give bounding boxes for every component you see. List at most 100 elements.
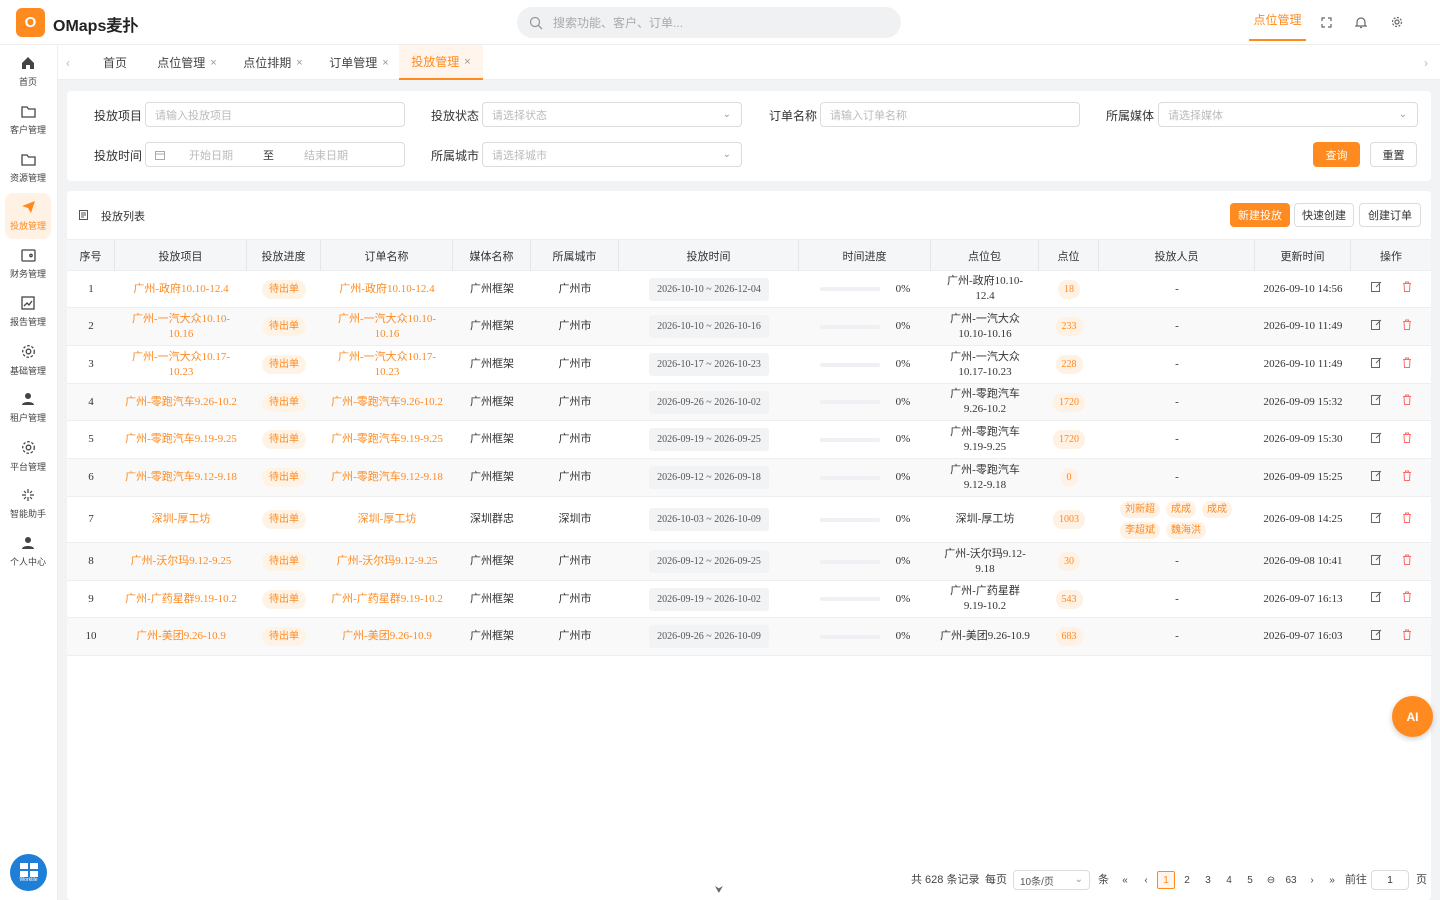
edit-icon[interactable] [1370,394,1382,410]
page-1[interactable]: 1 [1157,871,1175,889]
goto-page-input[interactable]: 1 [1371,870,1409,890]
project-link[interactable]: 深圳-厚工坊 [152,512,211,527]
first-page-icon[interactable]: « [1116,871,1134,889]
settings-gear-icon[interactable] [1389,14,1405,30]
sidebar-item-10[interactable]: 个人中心 [5,529,51,575]
scroll-down-icon[interactable]: ⮟ [706,881,732,900]
next-page-icon[interactable]: › [1303,871,1321,889]
order-link[interactable]: 广州-美团9.26-10.9 [342,629,432,644]
sidebar-item-9[interactable]: 智能助手 [5,481,51,527]
last-page-icon[interactable]: » [1323,871,1341,889]
edit-icon[interactable] [1370,319,1382,335]
order-link[interactable]: 广州-零跑汽车9.26-10.2 [331,395,443,410]
table-row[interactable]: 9 广州-广药星群9.19-10.2 待出单 广州-广药星群9.19-10.2 广州框架… [67,581,1431,618]
order-link[interactable]: 深圳-厚工坊 [358,512,417,527]
delete-icon[interactable] [1402,629,1412,645]
new-delivery-button[interactable]: 新建投放 [1230,203,1290,227]
delete-icon[interactable] [1402,432,1412,448]
tab-3[interactable]: 订单管理 × [316,45,402,80]
city-select[interactable]: 请选择城市 ⌄ [482,142,742,167]
table-row[interactable]: 10 广州-美团9.26-10.9 待出单 广州-美团9.26-10.9 广州框架 广州市… [67,618,1431,656]
sidebar-item-8[interactable]: 平台管理 [5,433,51,479]
project-link[interactable]: 广州-一汽大众10.17-10.23 [123,350,239,380]
tab-0[interactable]: 首页 [86,45,144,80]
sidebar-item-0[interactable]: 首页 [5,49,51,95]
tab-2[interactable]: 点位排期 × [230,45,316,80]
status-select[interactable]: 请选择状态 ⌄ [482,102,742,127]
reset-button[interactable]: 重置 [1370,142,1417,167]
fullscreen-icon[interactable] [1318,14,1334,30]
query-button[interactable]: 查询 [1313,142,1360,167]
delete-icon[interactable] [1402,357,1412,373]
order-link[interactable]: 广州-沃尔玛9.12-9.25 [337,554,438,569]
order-link[interactable]: 广州-一汽大众10.17-10.23 [329,350,445,380]
tab-1[interactable]: 点位管理 × [144,45,230,80]
delete-icon[interactable] [1402,319,1412,335]
edit-icon[interactable] [1370,357,1382,373]
order-link[interactable]: 广州-零跑汽车9.19-9.25 [331,432,443,447]
close-icon[interactable]: × [382,57,388,69]
table-row[interactable]: 8 广州-沃尔玛9.12-9.25 待出单 广州-沃尔玛9.12-9.25 广州框架 广州… [67,543,1431,581]
table-row[interactable]: 1 广州-政府10.10-12.4 待出单 广州-政府10.10-12.4 广州框架 广州… [67,271,1431,308]
bell-icon[interactable] [1353,14,1369,30]
table-row[interactable]: 2 广州-一汽大众10.10-10.16 待出单 广州-一汽大众10.10-10.16… [67,308,1431,346]
page-2[interactable]: 2 [1178,871,1196,889]
prev-page-icon[interactable]: ‹ [1137,871,1155,889]
project-link[interactable]: 广州-零跑汽车9.12-9.18 [125,470,237,485]
close-icon[interactable]: × [210,57,216,69]
global-search-input[interactable]: 搜索功能、客户、订单... [517,7,901,38]
page-last[interactable]: 63 [1282,871,1300,889]
date-range-picker[interactable]: 开始日期 至 结束日期 [145,142,405,167]
sidebar-item-3[interactable]: 投放管理 [5,193,51,239]
close-icon[interactable]: × [464,56,470,68]
edit-icon[interactable] [1370,629,1382,645]
delete-icon[interactable] [1402,470,1412,486]
page-size-select[interactable]: 10条/页 ⌄ [1013,870,1090,890]
page-5[interactable]: 5 [1241,871,1259,889]
project-link[interactable]: 广州-广药星群9.19-10.2 [125,592,237,607]
sidebar-item-4[interactable]: 财务管理 [5,241,51,287]
quick-create-button[interactable]: 快速创建 [1294,203,1354,227]
page-3[interactable]: 3 [1199,871,1217,889]
edit-icon[interactable] [1370,281,1382,297]
tabs-left-arrow-icon[interactable]: ‹ [66,56,70,70]
tab-4[interactable]: 投放管理 × [399,45,483,80]
project-input[interactable]: 请输入投放项目 [145,102,405,127]
order-link[interactable]: 广州-一汽大众10.10-10.16 [329,312,445,342]
edit-icon[interactable] [1370,432,1382,448]
delete-icon[interactable] [1402,591,1412,607]
table-row[interactable]: 4 广州-零跑汽车9.26-10.2 待出单 广州-零跑汽车9.26-10.2 广州框架… [67,384,1431,421]
delete-icon[interactable] [1402,554,1412,570]
top-link-point-management[interactable]: 点位管理 [1249,0,1306,41]
delete-icon[interactable] [1402,512,1412,528]
more-pages-icon[interactable]: ⊖ [1261,871,1281,889]
tabs-right-arrow-icon[interactable]: › [1424,56,1428,70]
close-icon[interactable]: × [296,57,302,69]
table-row[interactable]: 6 广州-零跑汽车9.12-9.18 待出单 广州-零跑汽车9.12-9.18 广州框架… [67,459,1431,497]
ai-assistant-button[interactable]: AI [1392,696,1433,737]
order-link[interactable]: 广州-政府10.10-12.4 [339,282,434,297]
sidebar-item-7[interactable]: 租户管理 [5,385,51,431]
project-link[interactable]: 广州-沃尔玛9.12-9.25 [131,554,232,569]
project-link[interactable]: 广州-美团9.26-10.9 [136,629,226,644]
table-row[interactable]: 5 广州-零跑汽车9.19-9.25 待出单 广州-零跑汽车9.19-9.25 广州框架… [67,421,1431,459]
media-select[interactable]: 请选择媒体 ⌄ [1158,102,1418,127]
delete-icon[interactable] [1402,394,1412,410]
delete-icon[interactable] [1402,281,1412,297]
order-link[interactable]: 广州-广药星群9.19-10.2 [331,592,443,607]
edit-icon[interactable] [1370,591,1382,607]
table-row[interactable]: 3 广州-一汽大众10.17-10.23 待出单 广州-一汽大众10.17-10.23… [67,346,1431,384]
order-input[interactable]: 请输入订单名称 [820,102,1080,127]
sidebar-item-6[interactable]: 基础管理 [5,337,51,383]
project-link[interactable]: 广州-零跑汽车9.19-9.25 [125,432,237,447]
create-order-button[interactable]: 创建订单 [1359,203,1421,227]
worktile-app-icon[interactable]: Worktile [10,854,47,891]
sidebar-item-2[interactable]: 资源管理 [5,145,51,191]
edit-icon[interactable] [1370,512,1382,528]
page-4[interactable]: 4 [1220,871,1238,889]
project-link[interactable]: 广州-零跑汽车9.26-10.2 [125,395,237,410]
project-link[interactable]: 广州-政府10.10-12.4 [133,282,228,297]
edit-icon[interactable] [1370,470,1382,486]
edit-icon[interactable] [1370,554,1382,570]
table-row[interactable]: 7 深圳-厚工坊 待出单 深圳-厚工坊 深圳群忠 深圳市 2026-10-03 ~ 2026… [67,497,1431,543]
